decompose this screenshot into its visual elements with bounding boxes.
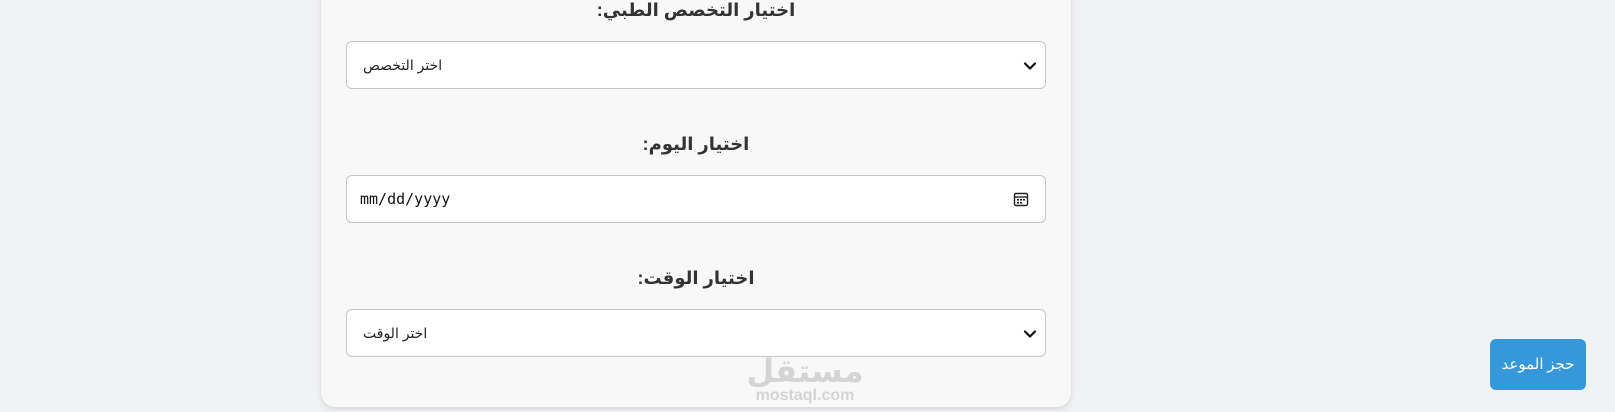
chevron-down-icon xyxy=(1023,62,1037,70)
watermark-arabic: مستقل xyxy=(746,353,864,389)
booking-form-card: اختيار التخصص الطبي: اختر التخصص اختيار … xyxy=(321,0,1071,407)
time-select[interactable]: اختر الوقت xyxy=(346,309,1046,357)
time-label: اختيار الوقت: xyxy=(637,268,755,288)
book-appointment-button[interactable]: حجز الموعد xyxy=(1490,339,1586,390)
time-select-value: اختر الوقت xyxy=(363,325,428,341)
specialty-label: اختيار التخصص الطبي: xyxy=(596,0,796,20)
specialty-select-value: اختر التخصص xyxy=(363,57,443,73)
chevron-down-icon xyxy=(1023,330,1037,338)
day-date-placeholder: mm/dd/yyyy xyxy=(360,190,451,208)
day-date-input[interactable]: mm/dd/yyyy xyxy=(346,175,1046,223)
specialty-select[interactable]: اختر التخصص xyxy=(346,41,1046,89)
calendar-icon[interactable] xyxy=(1013,191,1029,207)
day-label: اختيار اليوم: xyxy=(642,134,750,154)
watermark-latin: mostaql.com xyxy=(755,387,855,404)
mostaql-watermark: مستقل mostaql.com xyxy=(745,354,865,404)
